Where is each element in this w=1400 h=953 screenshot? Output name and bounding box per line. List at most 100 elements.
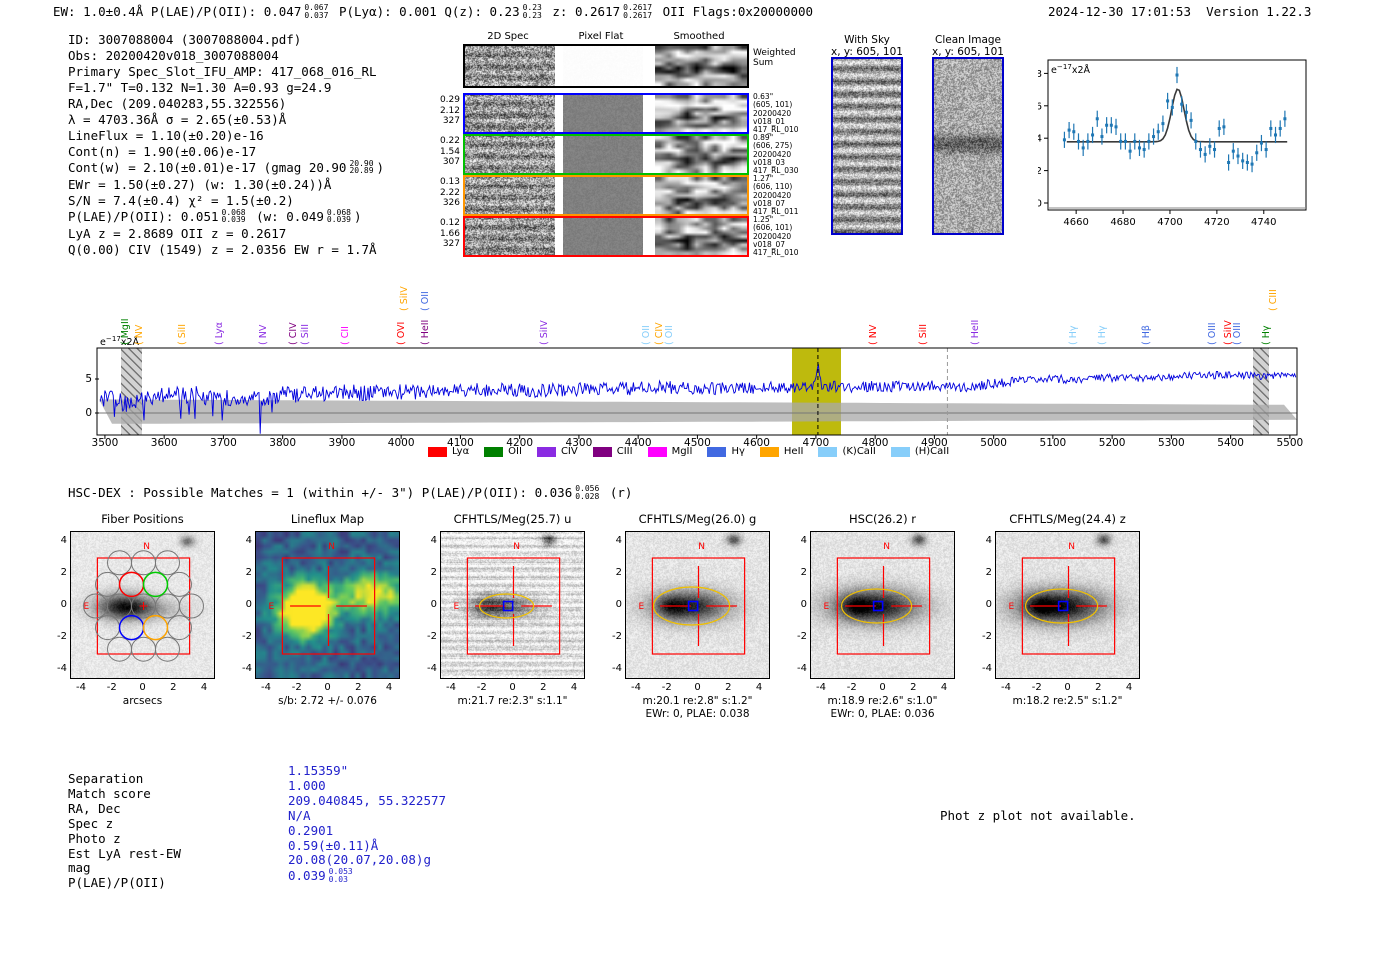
cutout-image-z: NE: [995, 531, 1140, 679]
left-label-line: 326: [442, 198, 460, 208]
svg-text:4700: 4700: [1157, 217, 1182, 228]
cutout-ytick: 4: [800, 535, 807, 546]
spectrum-line-label: ( OII: [420, 291, 432, 311]
match-row-value: 1.000: [288, 777, 326, 793]
svg-text:E: E: [1009, 602, 1015, 612]
match-row-value: 20.08(20.07,20.08)g: [288, 852, 431, 868]
spectrum-line-label: ( MgII: [120, 318, 132, 345]
spec2d-strip-row: [463, 175, 749, 216]
spectrum-line-label: ( NV: [257, 324, 269, 345]
legend-swatch: [428, 446, 447, 457]
svg-text:4720: 4720: [1204, 217, 1229, 228]
legend-label: HeII: [783, 446, 804, 457]
spectrum-line-label: ( HeII: [420, 319, 432, 345]
match-table-values: 1.15359" 1.000 209.040845, 55.322577 N/A 0.2…: [288, 763, 446, 886]
match-row-label: RA, Dec: [68, 800, 121, 816]
smoothed-image: [655, 46, 747, 86]
cutout-ytick: -2: [797, 631, 807, 642]
cutout-ytick: -4: [427, 663, 437, 674]
cutout-ytick: 2: [985, 567, 992, 578]
report-date: 2024-12-30 17:01:53: [1048, 4, 1191, 19]
spectrum-legend: Lyα OII CIV CIII MgII Hγ HeII (K)CaII (H)CaII: [428, 446, 949, 457]
left-label-line: 2.22: [439, 187, 460, 198]
spectrum-line-label: ( Hβ: [1140, 325, 1152, 345]
cutout-title: HSC(26.2) r: [849, 512, 916, 526]
match-row-label: mag: [68, 860, 91, 876]
legend-item: Hγ: [707, 446, 745, 457]
svg-text:4660: 4660: [1063, 217, 1088, 228]
left-label-line: 1.54: [439, 146, 460, 157]
cutout-ytick: 4: [430, 535, 437, 546]
spec2d-col-title: Smoothed: [673, 31, 725, 42]
legend-item: CIII: [592, 446, 633, 457]
cutout-xtick: 4: [385, 682, 393, 693]
cutout-xtick: -2: [291, 682, 302, 693]
cutout-ytick: 0: [245, 599, 252, 610]
spec2d-row-right-labels: 0.89" (606, 275) 20200420 v018_03 417_RL_030: [753, 133, 799, 175]
svg-text:4740: 4740: [1251, 217, 1276, 228]
cutout-image-g: NE: [625, 531, 770, 679]
cutout-ytick: 4: [60, 535, 67, 546]
legend-label: MgII: [671, 446, 693, 457]
cutout-ytick: -2: [612, 631, 622, 642]
spectrum-line-label: ( Hγ: [1068, 325, 1080, 346]
hsc-dex-summary: HSC-DEX : Possible Matches = 1 (within +…: [68, 484, 633, 501]
svg-text:4: 4: [1038, 134, 1042, 145]
cutout-image-fluxmap: NE: [255, 531, 400, 679]
pixel-flat-image: [563, 46, 643, 86]
svg-text:E: E: [639, 602, 645, 612]
cutout-xtick: 4: [200, 682, 208, 693]
spectrum-line-label: ( CII: [340, 326, 352, 345]
cutout-caption: m:18.9 re:2.6" s:1.0": [827, 695, 938, 707]
cutout-ytick: 4: [245, 535, 252, 546]
spectrum-line-label: ( SiIV: [399, 286, 411, 311]
spectrum-line-label: ( NV: [868, 324, 880, 345]
legend-label: (H)CaII: [914, 446, 950, 457]
info-line: λ = 4703.36Å σ = 2.65(±0.53)Å: [68, 111, 287, 127]
cutout-title: CFHTLS/Meg(26.0) g: [638, 512, 757, 526]
info-line: EWr = 1.50(±0.27) (w: 1.30(±0.24))Å: [68, 176, 332, 192]
sky-title-line: With Sky: [844, 34, 890, 46]
cutout-caption: m:18.2 re:2.5" s:1.2": [1012, 695, 1123, 707]
cutout-xtick: 2: [540, 682, 547, 693]
spec2d-col-title: 2D Spec: [487, 31, 529, 42]
cutout-ytick: -4: [57, 663, 67, 674]
cutout-image-r: NE: [810, 531, 955, 679]
info-line: Cont(n) = 1.90(±0.06)e-17: [68, 143, 257, 159]
smoothed-image: [655, 177, 747, 214]
svg-text:4680: 4680: [1110, 217, 1135, 228]
legend-item: (H)CaII: [890, 446, 950, 457]
spectrum-line-label: ( SiII: [918, 324, 930, 345]
pixel-flat-image: [563, 218, 643, 255]
cutout-image-fibers: NE: [70, 531, 215, 679]
legend-label: CIV: [560, 446, 578, 457]
weighted-sum-line: Weighted: [753, 48, 796, 58]
cutout-xlabel: arcsecs: [122, 695, 163, 707]
legend-swatch: [818, 446, 838, 457]
cutout-ytick: 0: [985, 599, 992, 610]
cutout-ytick: -4: [242, 663, 252, 674]
match-row-value: 0.59(±0.11)Å: [288, 837, 379, 853]
with-sky-image: [831, 57, 903, 235]
cutout-xtick: 0: [694, 682, 701, 693]
flux-units-label: e−17x2Å: [1051, 62, 1091, 77]
cutout-ytick: -2: [427, 631, 437, 642]
legend-swatch: [759, 446, 779, 457]
cutout-ytick: -4: [612, 663, 622, 674]
cutout-xtick: 4: [1125, 682, 1133, 693]
spectrum-line-label: ( Lyα: [213, 321, 225, 345]
legend-swatch: [707, 446, 727, 457]
legend-item: Lyα: [428, 446, 469, 457]
cutout-xtick: -2: [661, 682, 672, 693]
spec2d-image: [465, 177, 555, 214]
cutout-ytick: -4: [982, 663, 992, 674]
cutout-caption2: EWr: 0, PLAE: 0.038: [645, 708, 750, 720]
svg-text:6: 6: [1038, 101, 1042, 112]
cutout-ytick: 4: [985, 535, 992, 546]
header-summary: EW: 1.0±0.4Å P(LAE)/P(OII): 0.047 0.067 0.…: [53, 3, 814, 20]
sky-panel-title: Clean Image x, y: 605, 101: [917, 34, 1019, 58]
cutout-xtick: 2: [1095, 682, 1102, 693]
legend-label: (K)CaII: [842, 446, 876, 457]
spectrum-line-label: ( CIV: [288, 322, 300, 345]
cutout-caption2: EWr: 0, PLAE: 0.036: [830, 708, 935, 720]
